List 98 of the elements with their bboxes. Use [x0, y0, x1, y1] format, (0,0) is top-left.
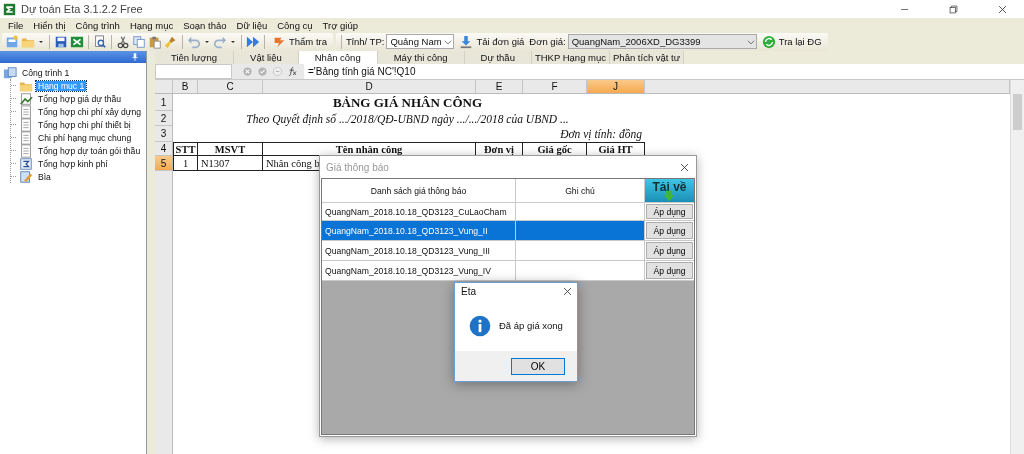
menu-item[interactable]: Hạng mục	[124, 19, 179, 31]
row-header[interactable]: 4	[155, 142, 173, 156]
menu-item[interactable]: Soạn thảo	[178, 19, 232, 31]
tree-item[interactable]: Tổng hợp chi phí thiết bị	[36, 119, 133, 130]
header-cell: MSVT	[198, 142, 263, 156]
tree-item[interactable]: Tổng hợp dự toán gói thầu	[36, 145, 143, 156]
column-header[interactable]: C	[198, 80, 263, 93]
close-icon[interactable]	[562, 286, 573, 297]
menu-item[interactable]: Công cụ	[272, 19, 318, 31]
column-header[interactable]: E	[476, 80, 523, 93]
download-icon	[459, 34, 474, 49]
price-label: Đơn giá:	[529, 36, 566, 47]
apply-button[interactable]: Áp dụng	[646, 262, 693, 279]
row-header[interactable]: 1	[155, 94, 173, 111]
sheet-tab[interactable]: Dự thầu	[464, 51, 532, 64]
brush-icon[interactable]	[164, 34, 178, 49]
print-preview-icon[interactable]	[93, 34, 107, 49]
menu-item[interactable]: Dữ liệu	[231, 19, 273, 31]
unit-label: Đơn vị tính: đồng	[559, 127, 643, 142]
scrollbar[interactable]	[1010, 80, 1024, 454]
price-select[interactable]: QuangNam_2006XD_DG3399	[567, 34, 757, 49]
sheet-subtitle: Theo Quyết định số .../2018/QĐ-UBND ngày .../.../2018 của UBND ...	[245, 111, 570, 126]
price-list-name: QuangNam_2018.10.18_QD3123_Vung_III	[325, 245, 490, 256]
document-icon	[19, 143, 33, 158]
new-icon[interactable]	[5, 34, 19, 49]
restore-icon	[947, 3, 959, 15]
sheet-tab[interactable]: Phân tích vật tư	[610, 51, 685, 64]
dialog-title: Giá thông báo	[326, 161, 389, 173]
document-icon	[19, 130, 33, 145]
info-icon	[469, 314, 491, 337]
load-price-button[interactable]: Tải đơn giá	[456, 33, 528, 50]
column-header[interactable]: D	[263, 80, 476, 93]
tree-item[interactable]: Bìa	[36, 171, 53, 182]
menu-item[interactable]: Trợ giúp	[317, 19, 364, 31]
save-icon[interactable]	[54, 34, 68, 49]
menu-item[interactable]: Hiển thị	[28, 19, 71, 31]
window-title: Dự toán Eta 3.1.2.2 Free	[21, 3, 144, 15]
name-box[interactable]	[155, 64, 232, 79]
double-arrow-icon[interactable]	[246, 34, 260, 49]
row-header[interactable]: 3	[155, 126, 173, 142]
tree-item[interactable]: Chi phí hạng mục chung	[36, 132, 134, 143]
apply-button[interactable]: Áp dụng	[646, 204, 693, 219]
tree-item[interactable]: Công trình 1	[20, 67, 72, 78]
tree-item[interactable]: Tổng hợp giá dự thầu	[36, 93, 124, 104]
chart-document-icon	[19, 91, 33, 106]
arrow-down-icon	[663, 190, 675, 202]
price-list-name: QuangNam_2018.10.18_QD3123_Vung_IV	[325, 265, 491, 276]
cancel-icon[interactable]	[242, 66, 253, 77]
sheet-tab[interactable]: Tiên lượng	[155, 51, 235, 64]
list-row[interactable]: QuangNam_2018.10.18_QD3123_Vung_II Áp dụng	[322, 221, 694, 241]
apply-button[interactable]: Áp dụng	[646, 222, 693, 239]
formula-field[interactable]: ='Bảng tính giá NC'!Q10	[304, 64, 1024, 79]
menu-item[interactable]: Công trình	[70, 19, 125, 31]
close-icon[interactable]	[679, 161, 690, 173]
column-header[interactable]: J	[587, 80, 645, 93]
download-button[interactable]: Tải về	[645, 179, 694, 202]
table-cell: N1307	[198, 156, 263, 171]
pin-icon[interactable]	[130, 52, 140, 62]
list-row[interactable]: QuangNam_2018.10.18_QD3123_CuLaoCham Áp dụng	[322, 203, 694, 221]
menu-item[interactable]: File	[3, 19, 29, 31]
header-cell: STT	[173, 142, 198, 156]
sum-document-icon	[19, 156, 33, 171]
fx-icon[interactable]	[287, 66, 298, 77]
sheet-tab[interactable]: Nhân công	[298, 51, 378, 64]
sheet-title: BẢNG GIÁ NHÂN CÔNG	[331, 94, 484, 111]
tree-item[interactable]: Tổng hợp kinh phí	[36, 158, 110, 169]
ok-button[interactable]: OK	[511, 357, 565, 375]
paste-icon[interactable]	[148, 34, 162, 49]
message-title: Eta	[461, 286, 476, 297]
list-row[interactable]: QuangNam_2018.10.18_QD3123_Vung_IV Áp dụng	[322, 261, 694, 281]
sheet-tab[interactable]: THKP Hạng mục	[531, 51, 611, 64]
price-list-name: QuangNam_2018.10.18_QD3123_CuLaoCham	[325, 206, 507, 217]
close-icon	[996, 3, 1008, 15]
province-select[interactable]: Quảng Nam	[386, 34, 455, 49]
spreadsheet-icon[interactable]	[70, 34, 84, 49]
pencil-document-icon	[19, 169, 33, 184]
cut-icon[interactable]	[116, 34, 130, 49]
table-cell: 1	[173, 156, 198, 171]
function-circle-icon[interactable]	[272, 66, 283, 77]
reset-price-button[interactable]: Tra lại ĐG	[758, 33, 825, 50]
message-text: Đã áp giá xong	[499, 320, 563, 331]
sheet-tab[interactable]: Vật liệu	[234, 51, 299, 64]
scrollbar-thumb[interactable]	[1013, 94, 1022, 130]
price-list-name: QuangNam_2018.10.18_QD3123_Vung_II	[325, 225, 488, 236]
tree-item[interactable]: Tổng hợp chi phí xây dựng	[36, 106, 144, 117]
sheet-tab[interactable]: Máy thi công	[377, 51, 465, 64]
refresh-icon	[761, 34, 776, 49]
row-header[interactable]: 2	[155, 111, 173, 126]
column-header[interactable]: B	[173, 80, 198, 93]
row-header[interactable]: 5	[155, 156, 173, 171]
check-button[interactable]: Thẩm tra	[269, 33, 330, 50]
project-icon	[3, 65, 17, 80]
document-icon	[19, 117, 33, 132]
apply-button[interactable]: Áp dụng	[646, 242, 693, 259]
document-icon	[19, 104, 33, 119]
province-label: Tỉnh/ TP:	[346, 36, 385, 47]
list-row[interactable]: QuangNam_2018.10.18_QD3123_Vung_III Áp dụng	[322, 241, 694, 261]
confirm-icon[interactable]	[257, 66, 268, 77]
